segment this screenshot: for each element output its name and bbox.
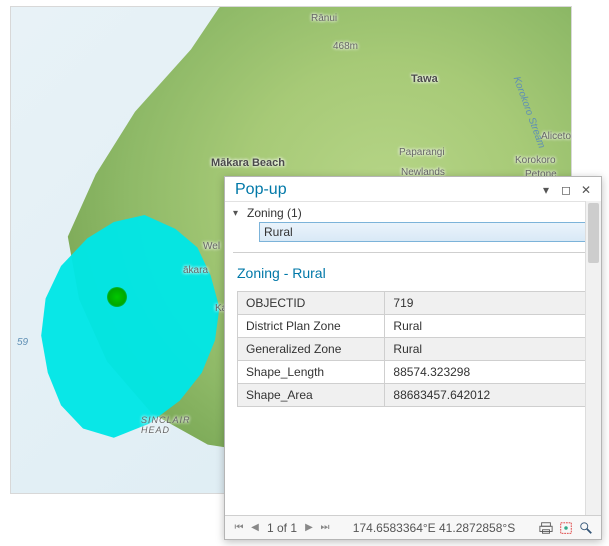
label-wellington: Wel — [203, 241, 220, 252]
tree-layer-label: Zoning (1) — [247, 206, 302, 220]
first-record-icon[interactable]: ⏮ — [231, 520, 247, 536]
label-makara: ākara — [183, 265, 208, 276]
depth-label: 59 — [17, 337, 28, 348]
record-counter: 1 of 1 — [267, 521, 297, 535]
coordinate-readout: 174.6583364°E 41.2872858°S — [333, 521, 535, 535]
table-row: Shape_Length 88574.323298 — [238, 361, 589, 384]
table-row: District Plan Zone Rural — [238, 315, 589, 338]
print-icon[interactable] — [537, 519, 555, 537]
separator — [233, 252, 593, 253]
feature-tree: ▾ Zoning (1) Rural — [225, 202, 601, 248]
attribute-table: OBJECTID 719 District Plan Zone Rural Ge… — [237, 291, 589, 407]
attr-value: 88683457.642012 — [385, 384, 589, 407]
table-row: Generalized Zone Rural — [238, 338, 589, 361]
popup-footer: ⏮ ◀ 1 of 1 ▶ ⏭ 174.6583364°E 41.2872858°… — [225, 515, 601, 539]
label-tawa: Tawa — [411, 73, 438, 85]
popup-header: Pop-up ▾ ◻ ✕ — [225, 177, 601, 202]
prev-record-icon[interactable]: ◀ — [247, 520, 263, 536]
attr-field: Generalized Zone — [238, 338, 385, 361]
attr-field: Shape_Area — [238, 384, 385, 407]
select-icon[interactable] — [557, 519, 575, 537]
zoom-icon[interactable] — [577, 519, 595, 537]
tree-layer-row[interactable]: ▾ Zoning (1) — [233, 206, 593, 220]
popup-subtitle: Zoning - Rural — [225, 255, 601, 289]
attr-value: Rural — [385, 315, 589, 338]
attr-field: OBJECTID — [238, 292, 385, 315]
label-sinclair-head: SINCLAIR HEAD — [141, 415, 191, 435]
collapse-icon[interactable]: ▾ — [537, 181, 555, 199]
label-ranui: Rānui — [311, 13, 337, 24]
attr-field: Shape_Length — [238, 361, 385, 384]
scrollbar-thumb[interactable] — [588, 203, 599, 263]
dock-icon[interactable]: ◻ — [557, 181, 575, 199]
label-korokoro: Korokoro — [515, 155, 556, 166]
attr-field: District Plan Zone — [238, 315, 385, 338]
label-paparangi: Paparangi — [399, 147, 445, 158]
close-icon[interactable]: ✕ — [577, 181, 595, 199]
attr-value: 719 — [385, 292, 589, 315]
popup-panel: Pop-up ▾ ◻ ✕ ▾ Zoning (1) Rural Zoning -… — [224, 176, 602, 540]
scrollbar[interactable] — [585, 201, 601, 515]
tree-expand-icon[interactable]: ▾ — [233, 208, 243, 219]
attr-value: 88574.323298 — [385, 361, 589, 384]
attr-value: Rural — [385, 338, 589, 361]
table-row: Shape_Area 88683457.642012 — [238, 384, 589, 407]
last-record-icon[interactable]: ⏭ — [317, 520, 333, 536]
tree-feature-selected[interactable]: Rural — [259, 222, 593, 242]
label-spotheight: 468m — [333, 41, 358, 52]
identify-point — [107, 287, 127, 307]
label-makara-beach: Mākara Beach — [211, 157, 285, 169]
table-row: OBJECTID 719 — [238, 292, 589, 315]
popup-title: Pop-up — [235, 181, 535, 199]
next-record-icon[interactable]: ▶ — [301, 520, 317, 536]
popup-body: ▾ Zoning (1) Rural Zoning - Rural OBJECT… — [225, 202, 601, 515]
label-aliceto: Aliceto — [541, 131, 571, 142]
